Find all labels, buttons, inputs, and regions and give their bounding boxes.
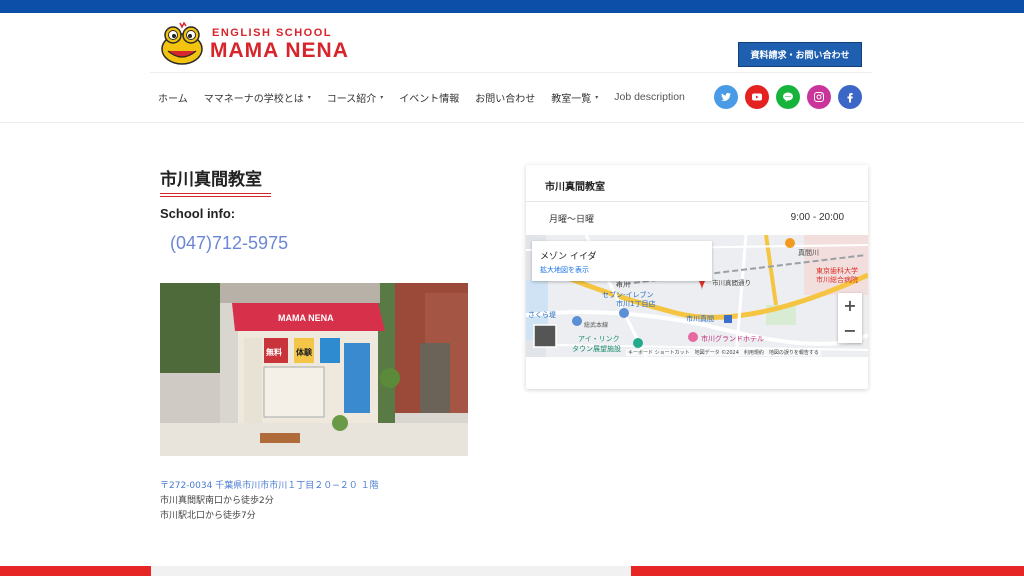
top-accent-bar — [0, 0, 1024, 13]
phone-number-link[interactable]: (047)712-5975 — [170, 233, 288, 254]
storefront-sign-text: MAMA NENA — [278, 313, 334, 323]
social-links — [714, 85, 869, 109]
chevron-down-icon: ▾ — [307, 93, 311, 101]
footer-accent-left — [0, 566, 151, 576]
school-storefront-photo: MAMA NENA 無料 体験 — [160, 283, 468, 456]
map-label-sakura: さくら堤 — [528, 310, 556, 319]
nav-item-home[interactable]: ホーム — [158, 90, 188, 105]
zoom-in-button[interactable]: + — [838, 293, 862, 318]
map-label-seven-branch: 市川1丁目店 — [616, 299, 655, 308]
access-line: 市川真間駅南口から徒歩2分 — [160, 496, 274, 506]
logo-subtitle: ENGLISH SCHOOL — [212, 27, 333, 39]
nav-label: コース紹介 — [326, 93, 377, 105]
map-place-name: メゾン イイダ — [540, 252, 597, 262]
nav-item-events[interactable]: イベント情報 — [399, 90, 459, 105]
school-info-label: School info: — [160, 206, 236, 221]
line-icon[interactable] — [776, 85, 800, 109]
chevron-down-icon: ▾ — [380, 93, 384, 101]
map-label-hospital-2: 市川総合病院 — [816, 275, 858, 284]
footer-accent-center — [151, 566, 631, 576]
nav-label: ママネーナの学校とは — [203, 93, 304, 105]
nav-item-job-description[interactable]: Job description — [614, 91, 685, 103]
storefront-poster-free: 無料 — [266, 347, 282, 357]
map-label-ichikawamama: 市川真間 — [686, 314, 714, 323]
facebook-icon[interactable] — [838, 85, 862, 109]
map-place-card: メゾン イイダ 拡大地図を表示 — [532, 241, 712, 281]
map-label-line: 総武本線 — [584, 321, 608, 329]
storefront-poster-trial: 体験 — [296, 347, 313, 357]
map-zoom-controls: + − — [838, 293, 862, 343]
nav-item-contact[interactable]: お問い合わせ — [475, 90, 535, 105]
page-title: 市川真間教室 — [160, 170, 262, 190]
nav-item-courses[interactable]: コース紹介 ▾ — [327, 90, 384, 105]
map-attribution[interactable]: キーボード ショートカット 地図データ ©2024 利用規約 地図の誤りを報告す… — [626, 349, 821, 356]
map-label-road: 市川真間通り — [712, 278, 751, 287]
embedded-map[interactable]: 市川 セブン-イレブン 市川1丁目店 市川真間通り 東京歯科大学 市川総合病院 … — [526, 235, 868, 357]
business-days: 月曜〜日曜 — [549, 215, 595, 225]
card-divider — [526, 201, 868, 202]
nav-label: お問い合わせ — [475, 93, 536, 105]
header-divider — [150, 72, 872, 73]
youtube-icon[interactable] — [745, 85, 769, 109]
map-label-hotel: 市川グランドホテル — [701, 334, 764, 343]
map-label-ilink: アイ・リンク — [578, 335, 620, 343]
nav-label: イベント情報 — [399, 93, 460, 105]
instagram-icon[interactable] — [807, 85, 831, 109]
footer-accent-right — [631, 566, 1024, 576]
main-nav: ホーム ママネーナの学校とは ▾ コース紹介 ▾ イベント情報 お問い合わせ 教室一… — [158, 89, 701, 105]
school-info-card: 市川真間教室 月曜〜日曜 9:00 - 20:00 市川 セブン-イレブン 市川… — [526, 165, 868, 389]
nav-item-about[interactable]: ママネーナの学校とは ▾ — [204, 90, 311, 105]
card-title: 市川真間教室 — [545, 182, 605, 193]
map-label-seven: セブン-イレブン — [602, 290, 654, 299]
school-address[interactable]: 〒272-0034 千葉県市川市市川１丁目２０−２０ １階 — [160, 478, 379, 491]
map-label-hospital: 東京歯科大学 — [816, 266, 858, 275]
logo-wordmark: MAMA NENA — [210, 39, 349, 62]
nav-label: 教室一覧 — [551, 93, 592, 105]
contact-cta-button[interactable]: 資料請求・お問い合わせ — [738, 42, 862, 67]
map-enlarge-link[interactable]: 拡大地図を表示 — [540, 265, 589, 275]
access-line: 市川駅北口から徒歩7分 — [160, 511, 256, 521]
map-label-river: 真間川 — [798, 248, 819, 257]
title-underline — [160, 193, 271, 197]
zoom-out-button[interactable]: − — [838, 318, 862, 343]
map-label-tower: タウン展望施設 — [572, 344, 621, 353]
business-hours: 9:00 - 20:00 — [790, 212, 844, 223]
chevron-down-icon: ▾ — [595, 93, 599, 101]
nav-item-schools[interactable]: 教室一覧 ▾ — [551, 90, 598, 105]
site-header: ENGLISH SCHOOL MAMA NENA 資料請求・お問い合わせ ホーム… — [0, 13, 1024, 123]
nav-label: Job description — [614, 91, 685, 103]
site-logo[interactable]: ENGLISH SCHOOL MAMA NENA — [160, 19, 370, 69]
nav-label: ホーム — [158, 93, 188, 105]
twitter-icon[interactable] — [714, 85, 738, 109]
map-label-area: 市川 — [616, 280, 630, 289]
frog-mascot-icon — [161, 21, 203, 65]
